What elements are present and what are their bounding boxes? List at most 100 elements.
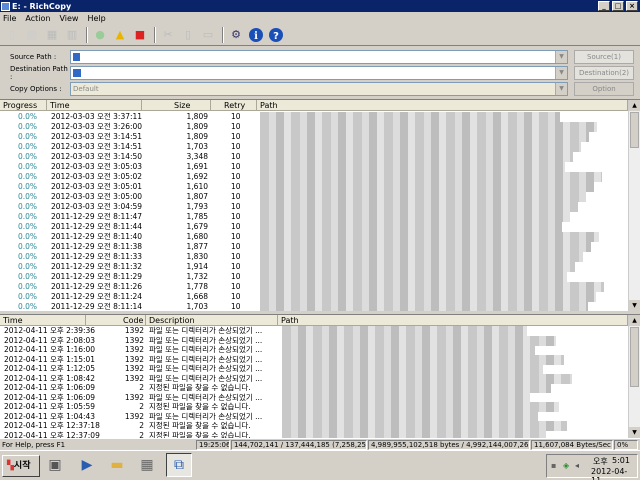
- menu-view[interactable]: View: [56, 14, 84, 23]
- table-row[interactable]: 0.0% 2012-03-03 오전 3:05:03 1,691 10: [0, 162, 628, 172]
- stop-icon[interactable]: ■: [131, 26, 149, 44]
- copy-queue-list[interactable]: Progress Time Size Retry Path 0.0% 2012-0…: [0, 99, 640, 311]
- table-row[interactable]: 0.0% 2011-12-29 오전 8:11:47 1,785 10: [0, 212, 628, 222]
- help-icon[interactable]: ?: [267, 26, 285, 44]
- table-row[interactable]: 0.0% 2012-03-03 오전 3:05:00 1,807 10: [0, 192, 628, 202]
- table-row[interactable]: 0.0% 2012-03-03 오전 3:14:50 3,348 10: [0, 152, 628, 162]
- table-row[interactable]: 0.0% 2011-12-29 오전 8:11:40 1,680 10: [0, 232, 628, 242]
- start-button[interactable]: ▚시작: [2, 455, 40, 477]
- table-row[interactable]: 2012-04-11 오후 1:16:00 1392 파일 또는 디렉터리가 손상되…: [0, 345, 628, 355]
- table-row[interactable]: 0.0% 2012-03-03 오전 3:26:00 1,809 10: [0, 122, 628, 132]
- table-row[interactable]: 2012-04-11 오후 1:05:59 2 지정된 파일을 찾을 수 없습니다.: [0, 402, 628, 412]
- column-progress[interactable]: Progress: [0, 100, 47, 111]
- network-icon[interactable]: ▪: [551, 461, 556, 470]
- svg-text:i: i: [254, 31, 258, 42]
- open-icon[interactable]: ▤: [23, 26, 41, 44]
- paste-icon[interactable]: ▯: [179, 26, 197, 44]
- copy-options-select[interactable]: Default ▼: [70, 82, 568, 96]
- row-retry: 10: [231, 182, 241, 191]
- close-button[interactable]: ×: [626, 1, 638, 11]
- error-log-list[interactable]: Time Code Description Path 2012-04-11 오후…: [0, 314, 640, 438]
- table-row[interactable]: 2012-04-11 오후 12:37:09 2 지정된 파일을 찾을 수 없습니다…: [0, 430, 628, 438]
- computer-icon[interactable]: ▣: [44, 454, 66, 476]
- row-progress: 0.0%: [18, 272, 38, 281]
- table-row[interactable]: 0.0% 2012-03-03 오전 3:05:02 1,692 10: [0, 172, 628, 182]
- table-row[interactable]: 2012-04-11 오후 2:08:03 1392 파일 또는 디렉터리가 손상되…: [0, 335, 628, 346]
- table-row[interactable]: 0.0% 2012-03-03 오전 3:14:51 1,703 10: [0, 142, 628, 152]
- scroll-thumb[interactable]: [630, 327, 639, 387]
- scroll-down-icon[interactable]: ▼: [629, 300, 640, 311]
- warning-icon[interactable]: ▲: [111, 26, 129, 44]
- properties-icon[interactable]: ▭: [199, 26, 217, 44]
- volume-icon[interactable]: ◂: [575, 461, 579, 470]
- app-icon: [1, 1, 10, 11]
- row-time: 2011-12-29 오전 8:11:38: [51, 242, 143, 251]
- scrollbar[interactable]: ▲ ▼: [628, 315, 640, 438]
- source-button[interactable]: Source(1): [574, 50, 634, 64]
- scroll-up-icon[interactable]: ▲: [629, 100, 640, 111]
- scrollbar[interactable]: ▲ ▼: [628, 100, 640, 311]
- powershell-icon[interactable]: ▶: [76, 454, 98, 476]
- option-button[interactable]: Option: [574, 82, 634, 96]
- row-time: 2011-12-29 오전 8:11:32: [51, 262, 143, 271]
- table-row[interactable]: 0.0% 2012-03-03 오전 3:14:51 1,809 10: [0, 132, 628, 142]
- security-icon[interactable]: ◈: [563, 461, 569, 470]
- chevron-down-icon[interactable]: ▼: [555, 83, 567, 95]
- scroll-up-icon[interactable]: ▲: [629, 315, 640, 326]
- chevron-down-icon[interactable]: ▼: [555, 51, 567, 63]
- chevron-down-icon[interactable]: ▼: [555, 67, 567, 79]
- table-row[interactable]: 0.0% 2012-03-03 오전 3:05:01 1,610 10: [0, 182, 628, 192]
- table-row[interactable]: 0.0% 2011-12-29 오전 8:11:14 1,703 10: [0, 302, 628, 311]
- source-path-input[interactable]: E: ▼: [70, 50, 568, 64]
- column-path[interactable]: Path: [257, 100, 628, 111]
- table-row[interactable]: 2012-04-11 오후 1:06:09 1392 파일 또는 디렉터리가 손상되…: [0, 392, 628, 403]
- table-row[interactable]: 2012-04-11 오후 1:04:43 1392 파일 또는 디렉터리가 손상되…: [0, 411, 628, 422]
- table-row[interactable]: 2012-04-11 오후 1:08:42 1392 파일 또는 디렉터리가 손상되…: [0, 373, 628, 384]
- info-icon[interactable]: i: [247, 26, 265, 44]
- table-row[interactable]: 2012-04-11 오후 12:37:18 2 지정된 파일을 찾을 수 없습니다…: [0, 421, 628, 431]
- table-row[interactable]: 0.0% 2011-12-29 오전 8:11:33 1,830 10: [0, 252, 628, 262]
- row-retry: 10: [231, 202, 241, 211]
- column-size[interactable]: Size: [142, 100, 211, 111]
- system-tray: ▪ ◈ ◂ 오후 5:01 2012-04-11: [546, 454, 638, 480]
- richcopy-task-icon[interactable]: ⧉: [166, 453, 192, 477]
- server-manager-icon[interactable]: ▦: [136, 454, 158, 476]
- tool-icon[interactable]: ⚙: [227, 26, 245, 44]
- save-icon[interactable]: ▦: [43, 26, 61, 44]
- menu-file[interactable]: File: [0, 14, 22, 23]
- row-path-redacted: [282, 354, 564, 365]
- table-row[interactable]: 2012-04-11 오후 1:15:01 1392 파일 또는 디렉터리가 손상되…: [0, 354, 628, 365]
- table-row[interactable]: 0.0% 2011-12-29 오전 8:11:26 1,778 10: [0, 282, 628, 292]
- table-row[interactable]: 0.0% 2011-12-29 오전 8:11:38 1,877 10: [0, 242, 628, 252]
- scroll-thumb[interactable]: [630, 112, 639, 148]
- destination-button[interactable]: Destination(2): [574, 66, 634, 80]
- maximize-button[interactable]: □: [612, 1, 624, 11]
- table-row[interactable]: 2012-04-11 오후 1:12:05 1392 파일 또는 디렉터리가 손상되…: [0, 364, 628, 374]
- menu-action[interactable]: Action: [22, 14, 56, 23]
- column-code[interactable]: Code: [86, 315, 146, 326]
- table-row[interactable]: 0.0% 2011-12-29 오전 8:11:44 1,679 10: [0, 222, 628, 232]
- table-row[interactable]: 2012-04-11 오후 2:39:36 1392 파일 또는 디렉터리가 손상되…: [0, 326, 628, 336]
- destination-path-input[interactable]: D: ▼: [70, 66, 568, 80]
- table-row[interactable]: 0.0% 2011-12-29 오전 8:11:32 1,914 10: [0, 262, 628, 272]
- start-icon[interactable]: ●: [91, 26, 109, 44]
- table-row[interactable]: 0.0% 2011-12-29 오전 8:11:29 1,732 10: [0, 272, 628, 282]
- table-row[interactable]: 0.0% 2012-03-03 오전 3:37:11 1,809 10: [0, 112, 628, 122]
- table-row[interactable]: 0.0% 2011-12-29 오전 8:11:24 1,668 10: [0, 292, 628, 302]
- row-time: 2011-12-29 오전 8:11:40: [51, 232, 143, 241]
- folder-icon[interactable]: ▬: [106, 454, 128, 476]
- new-icon[interactable]: ▯: [3, 26, 21, 44]
- column-time[interactable]: Time: [47, 100, 142, 111]
- column-path[interactable]: Path: [278, 315, 628, 326]
- table-row[interactable]: 2012-04-11 오후 1:06:09 2 지정된 파일을 찾을 수 없습니다.: [0, 383, 628, 393]
- save-as-icon[interactable]: ▥: [63, 26, 81, 44]
- scroll-down-icon[interactable]: ▼: [629, 427, 640, 438]
- clear-icon[interactable]: ✂: [159, 26, 177, 44]
- column-description[interactable]: Description: [146, 315, 278, 326]
- row-description: 지정된 파일을 찾을 수 없습니다.: [149, 402, 251, 411]
- column-time[interactable]: Time: [0, 315, 86, 326]
- table-row[interactable]: 0.0% 2012-03-03 오전 3:04:59 1,793 10: [0, 202, 628, 212]
- minimize-button[interactable]: _: [598, 1, 610, 11]
- column-retry[interactable]: Retry: [211, 100, 257, 111]
- menu-help[interactable]: Help: [84, 14, 111, 23]
